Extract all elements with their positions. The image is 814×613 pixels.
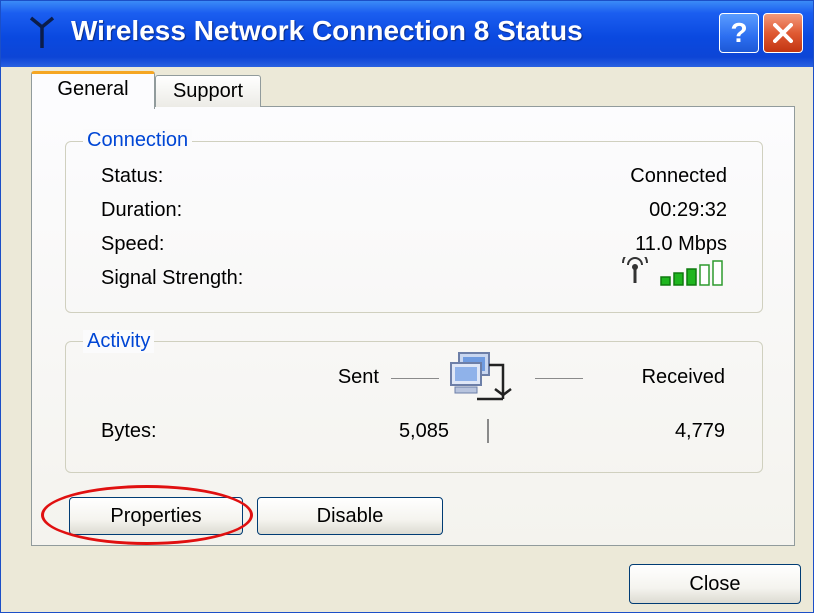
received-label: Received [641, 366, 725, 388]
signal-bar [673, 272, 684, 286]
signal-bar [712, 260, 723, 286]
signal-bars [660, 260, 723, 286]
signal-bar [660, 276, 671, 286]
bytes-label: Bytes: [101, 420, 157, 442]
window-title: Wireless Network Connection 8 Status [71, 15, 583, 46]
duration-value: 00:29:32 [649, 199, 727, 221]
wireless-antenna-icon [29, 16, 55, 48]
status-value: Connected [630, 165, 727, 187]
antenna-icon [622, 257, 648, 283]
network-computers-icon [450, 352, 512, 401]
window-close-button[interactable] [763, 13, 803, 53]
bytes-sent-value: 5,085 [398, 420, 449, 442]
tab-general[interactable]: General [31, 71, 155, 109]
bytes-received-value: 4,779 [674, 420, 725, 442]
received-connector-line [535, 378, 583, 379]
activity-group [65, 341, 763, 473]
close-button[interactable]: Close [629, 564, 801, 604]
speed-value: 11.0 Mbps [635, 233, 727, 255]
activity-group-label: Activity [83, 330, 155, 353]
bytes-divider [487, 419, 489, 443]
help-button[interactable]: ? [719, 13, 759, 53]
signal-bar [686, 268, 697, 286]
disable-button[interactable]: Disable [257, 497, 443, 535]
duration-label: Duration: [101, 199, 183, 221]
sent-connector-line [391, 378, 439, 379]
title-bar[interactable]: Wireless Network Connection 8 Status ? [1, 1, 813, 67]
status-label: Status: [101, 165, 164, 187]
help-icon: ? [730, 17, 748, 48]
sent-label: Sent [337, 366, 379, 388]
properties-button[interactable]: Properties [69, 497, 243, 535]
speed-label: Speed: [101, 233, 165, 255]
close-icon [773, 23, 793, 43]
status-dialog: Wireless Network Connection 8 Status ? G… [0, 0, 814, 613]
signal-strength-label: Signal Strength: [101, 267, 244, 289]
connection-group-label: Connection [83, 129, 193, 152]
signal-bar [699, 264, 710, 286]
signal-strength-icon [622, 257, 723, 286]
tab-support[interactable]: Support [155, 75, 261, 107]
